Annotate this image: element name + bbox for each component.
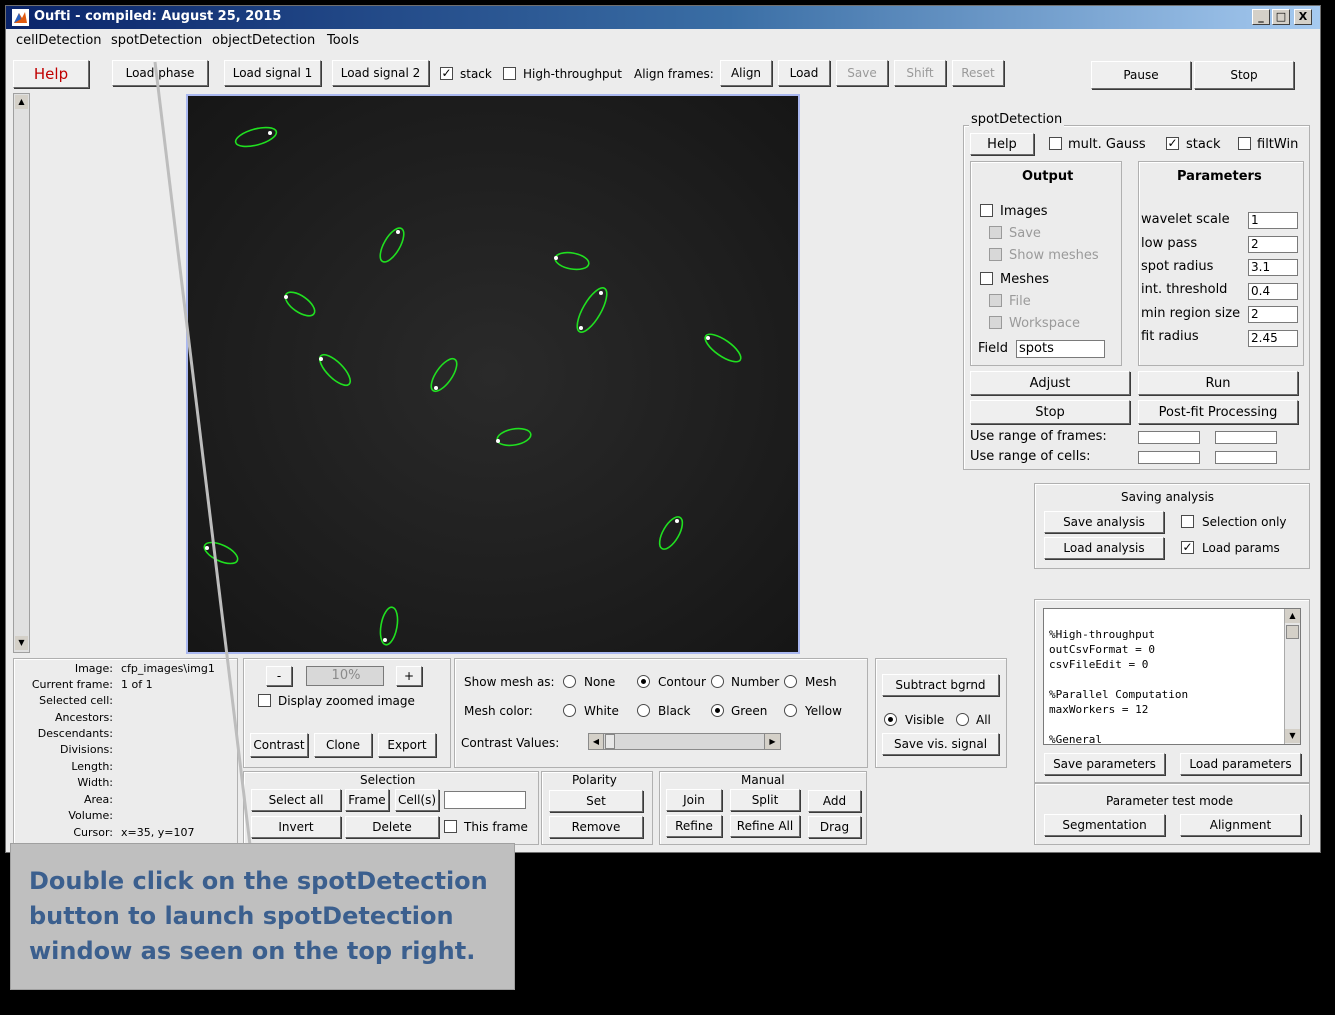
- callout-text: Double click on the spotDetection button…: [29, 867, 488, 965]
- annotation-callout: Double click on the spotDetection button…: [10, 843, 515, 990]
